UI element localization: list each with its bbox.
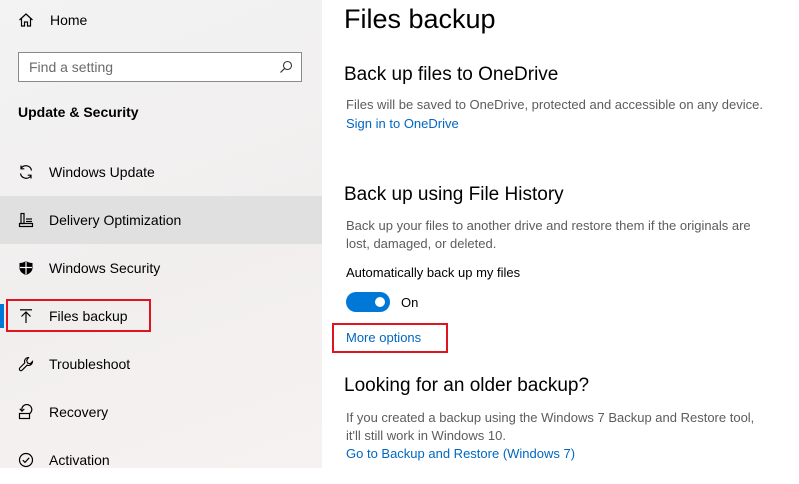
toggle-state-label: On: [401, 295, 419, 310]
sidebar-item-delivery-optimization[interactable]: Delivery Optimization: [0, 196, 322, 244]
sidebar-item-label: Windows Update: [49, 164, 155, 180]
settings-sidebar: Home Update & Security Windows Update De…: [0, 0, 322, 468]
sidebar-item-activation[interactable]: Activation: [0, 436, 322, 484]
sidebar-item-label: Files backup: [49, 308, 128, 324]
onedrive-heading: Back up files to OneDrive: [344, 64, 559, 85]
find-setting-search[interactable]: [18, 52, 302, 82]
file-history-description-line2: lost, damaged, or deleted.: [346, 236, 497, 251]
section-title: Update & Security: [18, 104, 139, 120]
auto-backup-label: Automatically back up my files: [346, 265, 521, 280]
sidebar-item-windows-update[interactable]: Windows Update: [0, 148, 322, 196]
older-backup-description-line1: If you created a backup using the Window…: [346, 410, 755, 425]
toggle-knob: [375, 297, 385, 307]
selected-indicator: [0, 304, 4, 328]
sidebar-item-label: Troubleshoot: [49, 356, 131, 372]
home-nav-item[interactable]: Home: [18, 8, 87, 32]
sidebar-item-files-backup[interactable]: Files backup: [0, 292, 322, 340]
sign-in-onedrive-link[interactable]: Sign in to OneDrive: [346, 116, 459, 131]
backup-restore-windows7-link[interactable]: Go to Backup and Restore (Windows 7): [346, 446, 575, 461]
search-icon[interactable]: [279, 60, 293, 74]
delivery-optimization-icon: [18, 212, 34, 228]
sidebar-item-recovery[interactable]: Recovery: [0, 388, 322, 436]
backup-arrow-icon: [20, 309, 32, 323]
onedrive-description: Files will be saved to OneDrive, protect…: [346, 97, 763, 112]
older-backup-heading: Looking for an older backup?: [344, 375, 590, 396]
sidebar-item-troubleshoot[interactable]: Troubleshoot: [0, 340, 322, 388]
sidebar-item-windows-security[interactable]: Windows Security: [0, 244, 322, 292]
auto-backup-toggle[interactable]: [346, 292, 390, 312]
file-history-description-line1: Back up your files to another drive and …: [346, 218, 751, 233]
sidebar-item-label: Recovery: [49, 404, 109, 420]
file-history-heading: Back up using File History: [344, 184, 564, 205]
older-backup-description-line2: it'll still work in Windows 10.: [346, 428, 506, 443]
shield-icon: [19, 261, 33, 275]
sidebar-item-label: Activation: [49, 452, 110, 468]
more-options-link[interactable]: More options: [346, 330, 421, 345]
home-icon: [19, 13, 33, 27]
home-label: Home: [50, 12, 88, 28]
wrench-icon: [18, 356, 34, 372]
sidebar-item-label: Windows Security: [49, 260, 161, 276]
search-input[interactable]: [19, 58, 279, 76]
sidebar-item-label: Delivery Optimization: [49, 212, 182, 228]
page-title: Files backup: [344, 4, 496, 34]
activation-icon: [18, 452, 34, 468]
recovery-icon: [18, 404, 33, 420]
sync-icon: [19, 165, 33, 179]
